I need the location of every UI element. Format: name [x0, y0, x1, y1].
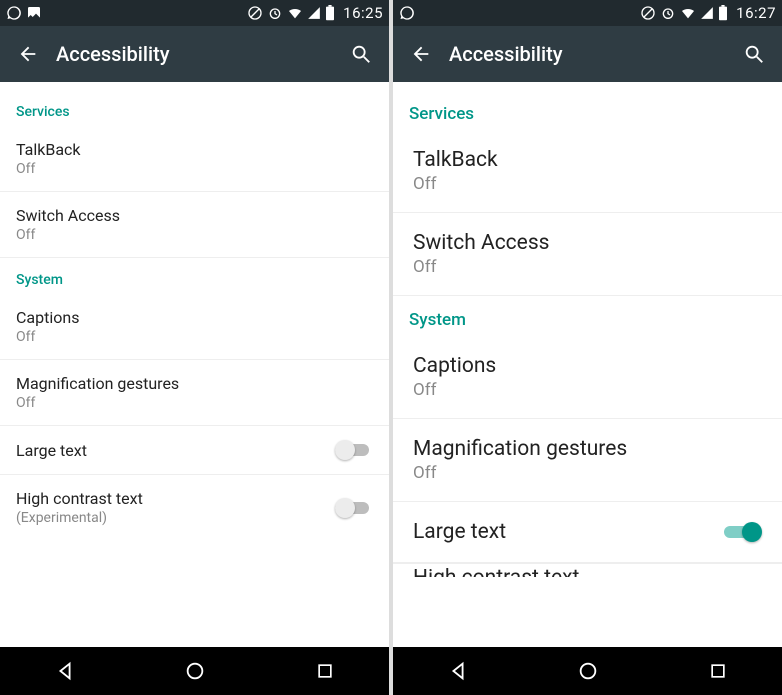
page-title: Accessibility: [449, 42, 734, 66]
status-bar: 16:25: [0, 0, 389, 26]
section-header-services: Services: [393, 90, 782, 130]
high-contrast-switch[interactable]: [335, 498, 373, 518]
item-title: Magnification gestures: [16, 374, 373, 393]
nav-home-icon[interactable]: [184, 660, 206, 682]
search-button[interactable]: [341, 43, 381, 65]
item-high-contrast[interactable]: High contrast text (Experimental): [0, 475, 389, 540]
whatsapp-icon: [399, 5, 415, 21]
item-title: Switch Access: [16, 206, 373, 225]
wifi-icon: [680, 5, 696, 21]
item-captions[interactable]: Captions Off: [393, 336, 782, 419]
arrow-back-icon: [17, 43, 39, 65]
alarm-icon: [267, 5, 283, 21]
item-large-text[interactable]: Large text: [393, 502, 782, 563]
item-title: TalkBack: [413, 148, 762, 172]
nav-recent-icon[interactable]: [708, 661, 728, 681]
section-header-system: System: [0, 258, 389, 294]
item-large-text[interactable]: Large text: [0, 426, 389, 475]
item-switch-access[interactable]: Switch Access Off: [393, 213, 782, 296]
search-icon: [743, 43, 765, 65]
item-title: Large text: [413, 520, 724, 544]
back-button[interactable]: [8, 43, 48, 65]
large-text-switch[interactable]: [724, 522, 762, 542]
item-title: High contrast text: [16, 489, 335, 508]
item-sub: Off: [413, 257, 762, 277]
nav-back-icon[interactable]: [54, 660, 76, 682]
arrow-back-icon: [410, 43, 432, 65]
item-title: TalkBack: [16, 140, 373, 159]
item-captions[interactable]: Captions Off: [0, 294, 389, 360]
no-sim-icon: [247, 5, 263, 21]
settings-list: Services TalkBack Off Switch Access Off …: [0, 82, 389, 647]
item-sub: (Experimental): [16, 510, 335, 526]
app-bar: Accessibility: [0, 26, 389, 82]
nav-bar: [393, 647, 782, 695]
whatsapp-icon: [6, 5, 22, 21]
item-title: Captions: [413, 354, 762, 378]
item-title: Large text: [16, 441, 335, 460]
nav-back-icon[interactable]: [447, 660, 469, 682]
status-bar: 16:27: [393, 0, 782, 26]
item-sub: Off: [413, 463, 762, 483]
item-title: Switch Access: [413, 231, 762, 255]
nav-recent-icon[interactable]: [315, 661, 335, 681]
app-bar: Accessibility: [393, 26, 782, 82]
item-sub: Off: [16, 329, 373, 345]
status-time: 16:25: [343, 4, 383, 22]
signal-icon: [307, 6, 321, 20]
no-sim-icon: [640, 5, 656, 21]
settings-list: Services TalkBack Off Switch Access Off …: [393, 82, 782, 647]
battery-icon: [325, 5, 335, 21]
page-title: Accessibility: [56, 42, 341, 66]
battery-icon: [718, 5, 728, 21]
item-magnification[interactable]: Magnification gestures Off: [0, 360, 389, 426]
nav-bar: [0, 647, 389, 695]
item-magnification[interactable]: Magnification gestures Off: [393, 419, 782, 502]
item-talkback[interactable]: TalkBack Off: [0, 126, 389, 192]
nav-home-icon[interactable]: [577, 660, 599, 682]
alarm-icon: [660, 5, 676, 21]
item-switch-access[interactable]: Switch Access Off: [0, 192, 389, 258]
search-button[interactable]: [734, 43, 774, 65]
section-header-system: System: [393, 296, 782, 336]
item-title: Magnification gestures: [413, 437, 762, 461]
status-time: 16:27: [736, 4, 776, 22]
section-header-services: Services: [0, 90, 389, 126]
item-sub: Off: [413, 174, 762, 194]
item-title: Captions: [16, 308, 373, 327]
search-icon: [350, 43, 372, 65]
item-sub: Off: [16, 227, 373, 243]
phone-right: 16:27 Accessibility Services TalkBack Of…: [393, 0, 782, 695]
phone-left: 16:25 Accessibility Services TalkBack Of…: [0, 0, 389, 695]
item-talkback[interactable]: TalkBack Off: [393, 130, 782, 213]
item-sub: Off: [16, 395, 373, 411]
wifi-icon: [287, 5, 303, 21]
large-text-switch[interactable]: [335, 440, 373, 460]
item-sub: Off: [16, 161, 373, 177]
back-button[interactable]: [401, 43, 441, 65]
item-high-contrast-cutoff[interactable]: High contrast text: [393, 563, 782, 577]
item-sub: Off: [413, 380, 762, 400]
image-icon: [26, 5, 42, 21]
signal-icon: [700, 6, 714, 20]
